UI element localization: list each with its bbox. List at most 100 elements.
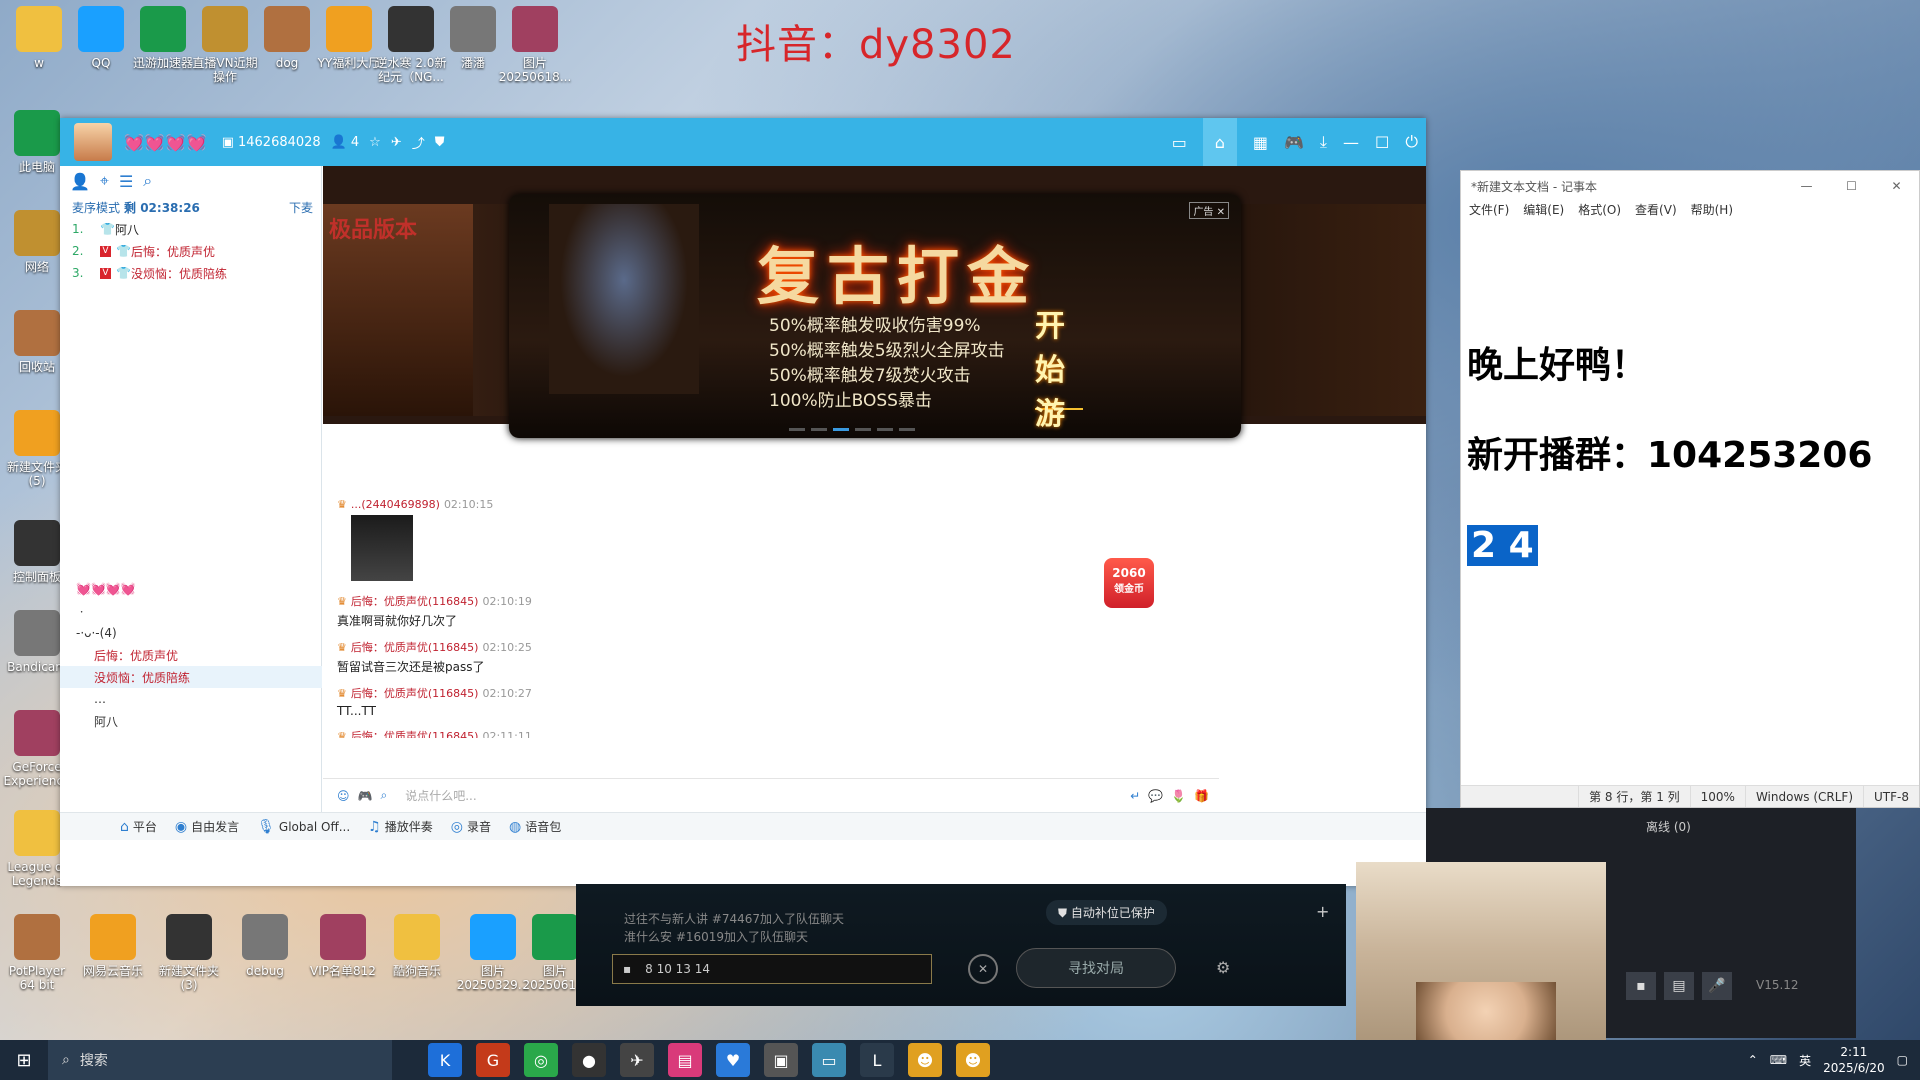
desktop-icon[interactable]: VIP名单812	[306, 914, 380, 978]
carousel-dot-active[interactable]	[833, 428, 849, 431]
toolbar-item[interactable]: ◎ 录音	[451, 818, 491, 835]
browser-icon[interactable]: ◎	[524, 1043, 558, 1077]
chat-sender[interactable]: 后悔：优质声优(116845)	[351, 728, 479, 738]
gamepad-icon[interactable]: 🎮	[1284, 133, 1304, 152]
share-icon[interactable]: ⤴	[412, 133, 425, 152]
notepad-menu-item[interactable]: 帮助(H)	[1691, 201, 1733, 221]
chat-input[interactable]: 说点什么吧...	[405, 787, 476, 804]
keyboard-icon[interactable]: ⌨	[1770, 1053, 1787, 1067]
find-match-button[interactable]: 寻找对局	[1016, 948, 1176, 988]
chat-sender[interactable]: ...(2440469898)	[351, 498, 440, 511]
download-icon[interactable]: ⤓	[1320, 132, 1327, 152]
ime-indicator[interactable]: 英	[1799, 1052, 1811, 1069]
leave-mic-link[interactable]: 下麦	[289, 199, 313, 216]
video-icon[interactable]: ▭	[1172, 133, 1187, 152]
toolbar-item[interactable]: ⌂ 平台	[120, 818, 157, 835]
emoji-icon[interactable]: ☺	[337, 789, 350, 803]
cancel-icon[interactable]: ✕	[968, 954, 998, 984]
record-icon[interactable]: ●	[572, 1043, 606, 1077]
notification-icon[interactable]: ▢	[1897, 1053, 1908, 1067]
league-icon[interactable]: L	[860, 1043, 894, 1077]
yy-icon[interactable]: ☻	[908, 1043, 942, 1077]
search-icon[interactable]: ⌕	[380, 788, 387, 803]
flower-icon[interactable]: 🌷	[1171, 789, 1186, 803]
list-icon[interactable]: ☰	[119, 172, 133, 191]
toolbar-item[interactable]: ♫ 播放伴奏	[368, 818, 433, 835]
toolbar-item[interactable]: ◍ 语音包	[509, 818, 561, 835]
home-icon[interactable]: ⌂	[1202, 118, 1237, 166]
notepad-menu-item[interactable]: 文件(F)	[1469, 201, 1509, 221]
carousel-dot[interactable]	[899, 428, 915, 431]
toolbar-item[interactable]: 🎙 Global Off...	[257, 819, 350, 835]
carousel-dot[interactable]	[855, 428, 871, 431]
ad-close-button[interactable]: 广告 ✕	[1189, 202, 1229, 219]
chat-sender[interactable]: 后悔：优质声优(116845)	[351, 639, 479, 655]
tree-row[interactable]: 后悔：优质声优	[60, 644, 322, 666]
queue-item[interactable]: 2. V 👕 后悔：优质声优	[60, 240, 321, 262]
notepad-menu-item[interactable]: 格式(O)	[1578, 201, 1621, 221]
game-icon[interactable]: 🎮	[358, 789, 373, 803]
notepad-icon[interactable]: ▭	[812, 1043, 846, 1077]
settings-icon[interactable]: ⚙	[1216, 958, 1230, 977]
minimize-icon[interactable]: —	[1784, 171, 1829, 201]
tree-row[interactable]: …	[60, 688, 322, 710]
desktop-icon[interactable]: 酷狗音乐	[380, 914, 454, 978]
star-icon[interactable]: ☆	[369, 135, 381, 150]
kugou-icon[interactable]: K	[428, 1043, 462, 1077]
desktop-icon[interactable]: 网易云音乐	[76, 914, 150, 978]
queue-item[interactable]: 3. V 👕 没烦恼：优质陪练	[60, 262, 321, 284]
notepad-menu-item[interactable]: 查看(V)	[1635, 201, 1677, 221]
toolbar-item[interactable]: ◉ 自由发言	[175, 818, 239, 835]
plane-icon[interactable]: ✈	[391, 135, 402, 150]
chat-sender[interactable]: 后悔：优质声优(116845)	[351, 685, 479, 701]
bubble-icon[interactable]: 💬	[1148, 789, 1163, 803]
maximize-icon[interactable]: ☐	[1829, 171, 1874, 201]
queue-item[interactable]: 1. 👕 阿八	[60, 218, 321, 240]
gift-icon[interactable]: 🎁	[1194, 789, 1209, 803]
app-gray-icon[interactable]: ▣	[764, 1043, 798, 1077]
windows-start-icon[interactable]: ⊞	[0, 1040, 48, 1080]
user-icon[interactable]: 👤	[70, 172, 90, 191]
notepad-menu-item[interactable]: 编辑(E)	[1523, 201, 1564, 221]
clock[interactable]: 2:11 2025/6/20	[1823, 1044, 1885, 1076]
tree-row[interactable]: 没烦恼：优质陪练	[60, 666, 322, 688]
coin-reward-button[interactable]: 2060 领金币	[1104, 558, 1154, 608]
desktop-icon[interactable]: 图片 20250618...	[498, 6, 572, 84]
app-g-icon[interactable]: G	[476, 1043, 510, 1077]
ad-start-button[interactable]: 开始游戏	[1035, 309, 1083, 432]
carousel-dot[interactable]	[789, 428, 805, 431]
tree-row[interactable]: ㆍ	[60, 600, 322, 622]
app-pink-icon[interactable]: ▤	[668, 1043, 702, 1077]
desktop-icon[interactable]: PotPlayer 64 bit	[0, 914, 74, 992]
stack-icon[interactable]: ▤	[1664, 972, 1694, 1000]
desktop-icon[interactable]: debug	[228, 914, 302, 978]
taskbar-search[interactable]: ⌕ 搜索	[48, 1040, 392, 1080]
maximize-icon[interactable]: ☐	[1375, 133, 1389, 152]
lobby-chat-input[interactable]: ▪ 8 10 13 14	[612, 954, 932, 984]
mic-icon[interactable]: 🎤	[1702, 972, 1732, 1000]
carousel-dot[interactable]	[877, 428, 893, 431]
send-icon[interactable]: ↵	[1130, 789, 1140, 803]
shield-icon[interactable]: ⛊	[435, 135, 445, 150]
grid-icon[interactable]: ▦	[1253, 133, 1268, 152]
carousel-dot[interactable]	[811, 428, 827, 431]
plus-icon[interactable]: +	[1316, 902, 1329, 921]
power-icon[interactable]: ⏻	[1405, 132, 1418, 152]
chat-sender[interactable]: 后悔：优质声优(116845)	[351, 593, 479, 609]
tree-row[interactable]: 阿八	[60, 710, 322, 732]
tree-row[interactable]: -·ᴗ·-(4)	[60, 622, 322, 644]
search-icon[interactable]: ⌕	[143, 171, 152, 191]
chat-image[interactable]	[351, 515, 413, 581]
channel-avatar[interactable]	[74, 123, 112, 161]
location-icon[interactable]: ⌖	[100, 171, 109, 191]
heart-icon[interactable]: ♥	[716, 1043, 750, 1077]
close-icon[interactable]: ✕	[1874, 171, 1919, 201]
notepad-text[interactable]: 晚上好鸭！ 新开播群：104253206 2 4	[1467, 321, 1872, 591]
game-ad-popup[interactable]: 广告 ✕ 复古打金 50%概率触发吸收伤害99% 50%概率触发5级烈火全屏攻击 5…	[509, 194, 1241, 438]
chat-icon[interactable]: ▪	[1626, 972, 1656, 1000]
yy-icon-2[interactable]: ☻	[956, 1043, 990, 1077]
offline-group[interactable]: 离线 (0)	[1646, 818, 1691, 835]
chevron-up-icon[interactable]: ⌃	[1748, 1053, 1758, 1067]
tree-row[interactable]: 💓💓💓💓	[60, 578, 322, 600]
plane-icon[interactable]: ✈	[620, 1043, 654, 1077]
